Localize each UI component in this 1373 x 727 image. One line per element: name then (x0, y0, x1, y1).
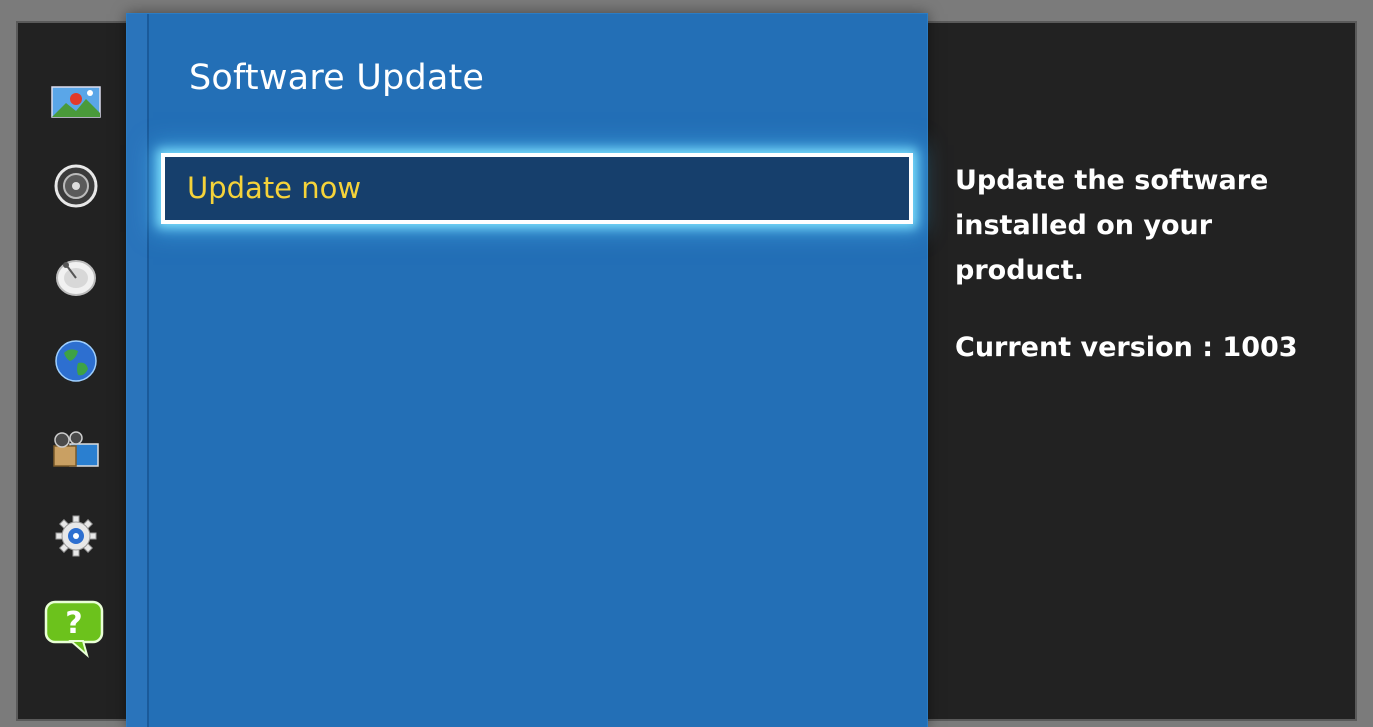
speaker-icon[interactable] (48, 164, 104, 208)
picture-icon[interactable] (48, 79, 104, 123)
update-now-label: Update now (187, 171, 362, 205)
sidebar-menu: ? (22, 24, 127, 718)
software-update-panel: Software Update Update now (127, 14, 927, 727)
gear-icon[interactable] (48, 514, 104, 558)
current-version-text: Current version : 1003 (955, 332, 1298, 363)
update-now-button[interactable]: Update now (161, 153, 913, 224)
panel-edge (127, 14, 149, 727)
help-icon[interactable]: ? (42, 599, 106, 659)
satellite-dish-icon[interactable] (48, 254, 104, 298)
svg-text:?: ? (65, 606, 82, 641)
media-icon[interactable] (48, 429, 104, 473)
globe-icon[interactable] (48, 339, 104, 383)
panel-title: Software Update (189, 58, 485, 98)
info-description: Update the software installed on your pr… (955, 165, 1269, 286)
